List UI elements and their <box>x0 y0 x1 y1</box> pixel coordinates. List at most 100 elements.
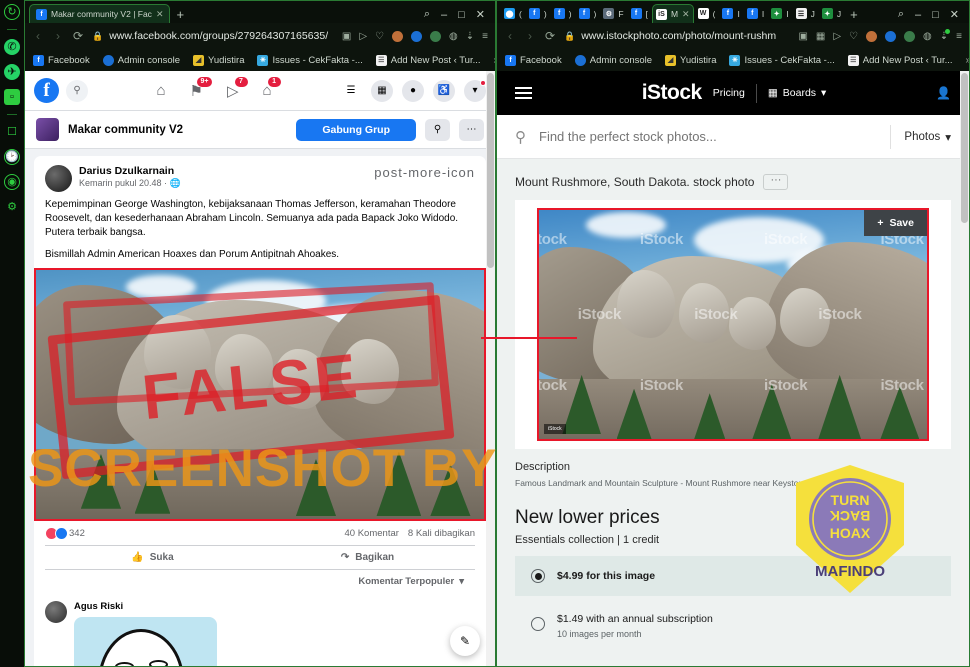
pricing-link[interactable]: Pricing <box>713 87 745 99</box>
qr-icon[interactable]: ▦ <box>816 31 825 42</box>
grid-icon[interactable]: ▦ <box>371 79 393 102</box>
extension-icon-1[interactable] <box>392 30 404 42</box>
facebook-logo-icon[interactable]: f <box>34 78 59 103</box>
price-option-subscription[interactable]: $1.49 with an annual subscription 10 ima… <box>515 596 951 652</box>
address-bar[interactable]: 🔒 www.istockphoto.com/photo/mount-rushm <box>564 30 790 42</box>
tab-6[interactable]: iS M ✕ <box>651 4 694 23</box>
search-input[interactable] <box>539 129 878 144</box>
post-more-icon[interactable]: post-more-icon <box>374 165 475 180</box>
download-icon[interactable]: ⇣ <box>940 28 951 42</box>
bookmark-add-new-post[interactable]: ☰ Add New Post ‹ Tur... <box>375 54 481 66</box>
bookmark-yudistira[interactable]: ◢ Yudistira <box>193 54 244 66</box>
tab-10[interactable]: ✦ I <box>768 4 791 23</box>
comment-sort-dropdown[interactable]: Komentar Terpopuler ▾ <box>45 568 475 594</box>
bookmark-issues-cekfakta[interactable]: ✳ Issues - CekFakta -... <box>257 54 363 66</box>
menu-icon[interactable] <box>515 87 532 99</box>
share-button[interactable]: ↷ Bagikan <box>260 546 475 569</box>
forward-icon[interactable]: › <box>524 29 536 43</box>
flag-icon[interactable]: ⚑ 9+ <box>190 76 212 100</box>
bookmark-add-new-post[interactable]: ☰ Add New Post ‹ Tur... <box>847 54 953 66</box>
bookmark-admin-console[interactable]: Admin console <box>574 54 652 66</box>
tab-7[interactable]: W( <box>695 4 719 23</box>
avatar[interactable] <box>45 600 67 623</box>
address-bar[interactable]: 🔒 www.facebook.com/groups/27926430716563… <box>92 30 334 42</box>
extension-icon-1[interactable] <box>866 30 878 42</box>
circle-arrow-icon[interactable]: ↻ <box>4 4 20 20</box>
boards-dropdown[interactable]: ▦ Boards ▾ <box>768 87 826 99</box>
tab-8[interactable]: fI <box>719 4 742 23</box>
radio-selected[interactable] <box>531 569 545 583</box>
bookmarks-overflow-icon[interactable]: » <box>966 55 969 66</box>
extension-icon-3[interactable] <box>430 30 442 42</box>
close-button[interactable]: ✕ <box>950 8 959 21</box>
extension-icon-3[interactable] <box>904 30 916 42</box>
tab-4[interactable]: ⚙ F <box>600 4 626 23</box>
join-group-button[interactable]: Gabung Grup <box>296 118 416 141</box>
radio-unselected[interactable] <box>531 617 545 631</box>
screenshot-icon[interactable]: ▣ <box>342 31 351 42</box>
search-icon[interactable]: ⚲ <box>425 118 450 141</box>
cube-icon[interactable]: ◍ <box>923 31 932 42</box>
minimize-button[interactable]: – <box>915 9 921 21</box>
tab-1[interactable]: f) <box>526 4 550 23</box>
telegram-icon[interactable]: ✈ <box>4 64 20 80</box>
bookmark-facebook[interactable]: f Facebook <box>505 54 562 66</box>
forward-icon[interactable]: › <box>52 29 64 43</box>
chat-square-icon[interactable]: ▫ <box>4 89 20 105</box>
scroll-thumb[interactable] <box>487 73 494 268</box>
menu-icon[interactable]: ≡ <box>956 31 962 42</box>
maximize-button[interactable]: □ <box>458 9 465 21</box>
clock-icon[interactable]: 🕑 <box>4 149 20 165</box>
compose-button[interactable]: ✎ <box>450 626 480 656</box>
maximize-button[interactable]: □ <box>932 9 939 21</box>
marketplace-icon[interactable]: ⌂ 1 <box>263 76 281 100</box>
globe-icon[interactable]: ◉ <box>4 174 20 190</box>
bookmark-yudistira[interactable]: ◢ Yudistira <box>665 54 716 66</box>
heart-icon[interactable]: ♡ <box>375 31 384 42</box>
send-icon[interactable]: ▷ <box>359 31 367 42</box>
send-icon[interactable]: ▷ <box>833 31 841 42</box>
tab-makar-community[interactable]: f Makar community V2 | Fac ✕ <box>29 4 171 23</box>
minimize-button[interactable]: – <box>441 9 447 21</box>
search-icon[interactable]: ⌕ <box>424 8 430 21</box>
new-tab-button[interactable]: + <box>845 7 863 23</box>
menu-icon[interactable]: ≡ <box>482 31 488 42</box>
title-more-icon[interactable]: ··· <box>763 174 789 190</box>
bell-icon[interactable]: ♿ <box>433 79 455 102</box>
extension-icon-2[interactable] <box>411 30 423 42</box>
search-icon[interactable]: ⌕ <box>898 8 904 21</box>
tab-9[interactable]: fI <box>744 4 767 23</box>
istock-logo[interactable]: iStock <box>642 81 703 105</box>
reload-icon[interactable]: ⟳ <box>544 29 556 43</box>
tab-11[interactable]: ☰ J <box>793 4 818 23</box>
watch-icon[interactable]: ▷ 7 <box>227 76 248 100</box>
istock-scrollbar[interactable] <box>960 71 969 666</box>
heart-icon[interactable]: ♡ <box>849 31 858 42</box>
scroll-thumb[interactable] <box>961 73 968 223</box>
avatar[interactable] <box>45 165 72 192</box>
extension-icon-2[interactable] <box>885 30 897 42</box>
screenshot-icon[interactable]: ▣ <box>798 31 807 42</box>
shares-count[interactable]: 8 Kali dibagikan <box>408 528 475 539</box>
reload-icon[interactable]: ⟳ <box>72 29 84 43</box>
bookmark-issues-cekfakta[interactable]: ✳ Issues - CekFakta -... <box>729 54 835 66</box>
like-button[interactable]: 👍 Suka <box>45 546 260 569</box>
reaction-count[interactable]: 342 <box>69 528 85 539</box>
search-type-dropdown[interactable]: Photos ▾ <box>904 130 951 144</box>
home-icon[interactable]: ⌂ <box>156 82 165 100</box>
account-chevron-icon[interactable]: ▾ <box>464 79 486 102</box>
bookmark-facebook[interactable]: f Facebook <box>33 54 90 66</box>
close-icon[interactable]: ✕ <box>156 9 164 20</box>
comment-author[interactable]: Agus Riski <box>74 601 217 612</box>
tab-2[interactable]: f) <box>551 4 575 23</box>
gear-icon[interactable]: ⚙ <box>4 199 20 215</box>
facebook-scrollbar[interactable] <box>486 71 495 666</box>
whatsapp-icon[interactable]: ✆ <box>4 39 20 55</box>
close-button[interactable]: ✕ <box>476 8 485 21</box>
back-icon[interactable]: ‹ <box>32 29 44 43</box>
back-icon[interactable]: ‹ <box>504 29 516 43</box>
cube-icon[interactable]: ◍ <box>449 31 458 42</box>
comments-count[interactable]: 40 Komentar <box>345 528 399 539</box>
search-icon[interactable]: ⚲ <box>66 79 88 102</box>
menu-icon[interactable]: ☰ <box>340 80 362 102</box>
